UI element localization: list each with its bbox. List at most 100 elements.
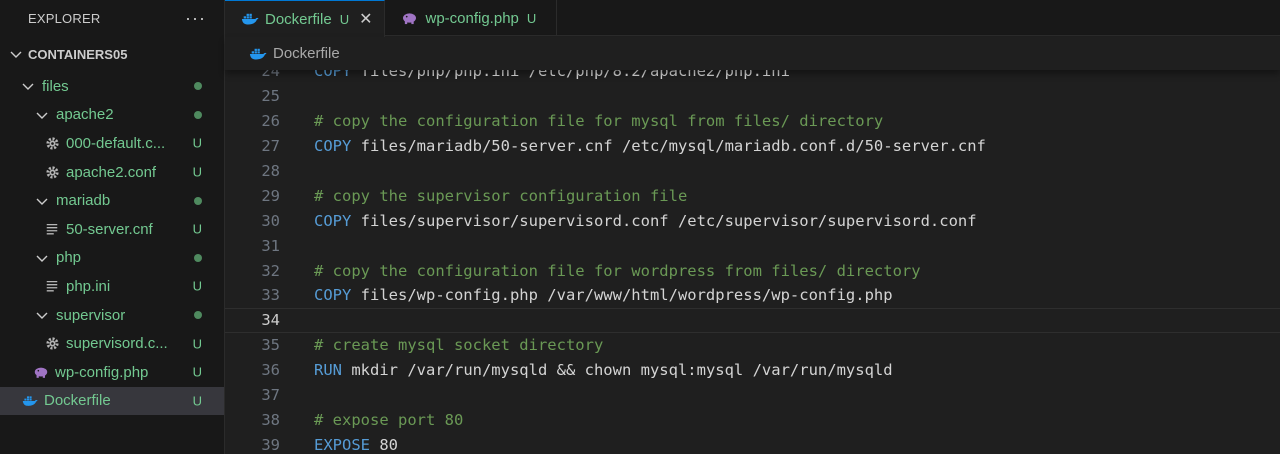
line-number: 33 bbox=[261, 286, 280, 305]
tree-file-php-ini[interactable]: php.ini U bbox=[0, 272, 224, 301]
tree-file-000-default[interactable]: 000-default.c... U bbox=[0, 129, 224, 158]
tree-file-wp-config[interactable]: wp-config.php U bbox=[0, 358, 224, 387]
chevron-down-icon bbox=[36, 312, 48, 320]
line-number: 39 bbox=[261, 435, 280, 454]
code-line[interactable]: 36 RUN mkdir /var/run/mysqld && chown mys… bbox=[225, 358, 1280, 383]
workspace-name: CONTAINERS05 bbox=[28, 46, 128, 62]
tree-file-50-server-cnf[interactable]: 50-server.cnf U bbox=[0, 215, 224, 244]
docker-whale-icon bbox=[22, 393, 38, 409]
line-number: 24 bbox=[261, 70, 280, 81]
keyword-token: COPY bbox=[314, 286, 352, 305]
line-code: # create mysql socket directory bbox=[314, 336, 603, 354]
tree-item-label: 50-server.cnf bbox=[66, 220, 153, 238]
tree-folder-supervisor[interactable]: supervisor bbox=[0, 301, 224, 330]
untracked-badge: U bbox=[192, 336, 202, 352]
text-token: mkdir /var/run/mysqld && chown mysql:mys… bbox=[342, 361, 893, 380]
breadcrumb[interactable]: Dockerfile bbox=[225, 37, 1280, 70]
code-line[interactable]: 25 bbox=[225, 84, 1280, 109]
chevron-down-icon bbox=[36, 112, 48, 119]
untracked-badge: U bbox=[526, 10, 537, 26]
code-line[interactable]: 29 # copy the supervisor configuration fi… bbox=[225, 183, 1280, 208]
line-code: COPY files/php/php.ini /etc/php/8.2/apac… bbox=[314, 70, 790, 80]
text-token: 80 bbox=[370, 435, 398, 454]
line-code: # copy the configuration file for mysql … bbox=[314, 112, 883, 130]
tab-dockerfile[interactable]: Dockerfile U ✕ bbox=[225, 0, 386, 37]
code-line[interactable]: 39 EXPOSE 80 bbox=[225, 432, 1280, 454]
tree-folder-mariadb[interactable]: mariadb bbox=[0, 186, 224, 215]
code-line[interactable]: 38 # expose port 80 bbox=[225, 407, 1280, 432]
untracked-badge: U bbox=[192, 221, 202, 237]
tree-item-label: mariadb bbox=[56, 192, 111, 210]
workspace-section[interactable]: CONTAINERS05 bbox=[0, 36, 224, 72]
tree-item-label: apache2 bbox=[56, 106, 114, 124]
tree-item-label: 000-default.c... bbox=[66, 134, 166, 152]
untracked-badge: U bbox=[192, 135, 202, 151]
gear-icon bbox=[44, 164, 60, 180]
line-number: 29 bbox=[261, 186, 280, 205]
tree-folder-php[interactable]: php bbox=[0, 244, 224, 273]
tab-label: wp-config.php bbox=[425, 9, 519, 27]
modified-dot bbox=[194, 253, 202, 262]
untracked-badge: U bbox=[339, 11, 350, 27]
keyword-token: COPY bbox=[314, 211, 352, 230]
keyword-token: EXPOSE bbox=[314, 435, 370, 454]
line-number: 36 bbox=[261, 361, 280, 380]
keyword-token: COPY bbox=[314, 137, 352, 156]
untracked-badge: U bbox=[192, 364, 202, 380]
line-number: 26 bbox=[261, 112, 280, 131]
code-line[interactable]: 24 COPY files/php/php.ini /etc/php/8.2/ap… bbox=[225, 70, 1280, 84]
untracked-badge: U bbox=[192, 278, 202, 294]
editor-tab-bar: Dockerfile U ✕ wp-config.php U bbox=[225, 0, 1280, 37]
code-line[interactable]: 28 bbox=[225, 159, 1280, 184]
untracked-badge: U bbox=[192, 164, 202, 180]
tree-item-label: supervisord.c... bbox=[66, 335, 168, 353]
more-actions-icon[interactable]: ··· bbox=[185, 8, 206, 29]
tab-wp-config[interactable]: wp-config.php U bbox=[385, 0, 558, 36]
code-line[interactable]: 35 # create mysql socket directory bbox=[225, 333, 1280, 358]
line-number: 34 bbox=[261, 311, 280, 330]
tree-item-label: php bbox=[56, 249, 82, 267]
modified-dot bbox=[194, 311, 202, 320]
close-icon[interactable]: ✕ bbox=[359, 9, 372, 29]
tree-file-dockerfile[interactable]: Dockerfile U bbox=[0, 386, 224, 416]
line-code: COPY files/supervisor/supervisord.conf /… bbox=[314, 212, 977, 230]
tree-item-label: wp-config.php bbox=[55, 363, 149, 381]
chevron-down-icon bbox=[36, 255, 48, 262]
code-line[interactable]: 30 COPY files/supervisor/supervisord.conf… bbox=[225, 208, 1280, 233]
text-token: files/wp-config.php /var/www/html/wordpr… bbox=[351, 286, 893, 305]
line-number: 31 bbox=[261, 236, 280, 255]
comment-token: # create mysql socket directory bbox=[314, 336, 604, 355]
chevron-down-icon bbox=[36, 198, 48, 205]
text-lines-icon bbox=[44, 278, 60, 294]
line-code: EXPOSE 80 bbox=[314, 436, 398, 454]
tree-folder-files[interactable]: files bbox=[0, 72, 224, 101]
line-code: COPY files/wp-config.php /var/www/html/w… bbox=[314, 286, 893, 304]
line-number: 38 bbox=[261, 410, 280, 429]
tree-file-apache2-conf[interactable]: apache2.conf U bbox=[0, 158, 224, 187]
code-line[interactable]: 26 # copy the configuration file for mysq… bbox=[225, 109, 1280, 134]
line-number: 30 bbox=[261, 211, 280, 230]
line-number: 28 bbox=[261, 162, 280, 180]
explorer-title: EXPLORER bbox=[28, 10, 101, 26]
line-code: # copy the configuration file for wordpr… bbox=[314, 262, 921, 280]
php-elephant-icon bbox=[33, 364, 49, 380]
code-line[interactable]: 37 bbox=[225, 383, 1280, 408]
chevron-down-icon bbox=[10, 51, 22, 58]
explorer-sidebar: EXPLORER ··· CONTAINERS05 files apache2 … bbox=[0, 0, 225, 454]
line-number: 37 bbox=[261, 386, 280, 405]
line-number: 35 bbox=[261, 336, 280, 355]
docker-whale-icon bbox=[249, 46, 267, 62]
tree-item-label: supervisor bbox=[56, 306, 126, 324]
modified-dot bbox=[194, 110, 202, 119]
code-line[interactable]: 34 bbox=[225, 307, 1280, 333]
tree-file-supervisord-conf[interactable]: supervisord.c... U bbox=[0, 329, 224, 358]
modified-dot bbox=[194, 82, 202, 91]
code-line[interactable]: 27 COPY files/mariadb/50-server.cnf /etc/… bbox=[225, 134, 1280, 159]
code-line[interactable]: 31 bbox=[225, 233, 1280, 258]
code-line[interactable]: 32 # copy the configuration file for word… bbox=[225, 258, 1280, 283]
comment-token: # copy the configuration file for mysql … bbox=[314, 112, 884, 131]
code-line[interactable]: 33 COPY files/wp-config.php /var/www/html… bbox=[225, 283, 1280, 308]
comment-token: # copy the configuration file for wordpr… bbox=[314, 261, 921, 280]
tree-folder-apache2[interactable]: apache2 bbox=[0, 101, 224, 130]
code-editor[interactable]: 24 COPY files/php/php.ini /etc/php/8.2/ap… bbox=[225, 70, 1280, 454]
